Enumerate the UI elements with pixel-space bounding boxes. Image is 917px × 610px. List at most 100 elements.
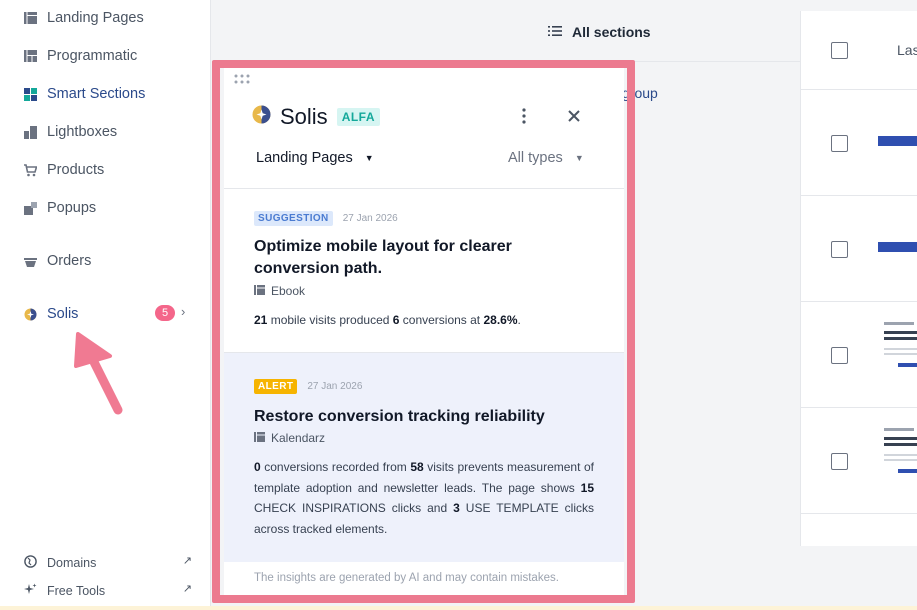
cart-icon: [24, 163, 37, 177]
solis-icon: [24, 308, 37, 321]
smart-sections-icon: [24, 87, 37, 101]
stat-value: 21: [254, 313, 268, 327]
section-thumbnail: [878, 136, 917, 146]
landing-page-icon: [254, 284, 265, 298]
popups-icon: [24, 201, 37, 215]
solis-count-badge: 5: [155, 305, 175, 321]
card-date: 27 Jan 2026: [307, 381, 363, 392]
drag-handle-icon[interactable]: [234, 74, 250, 84]
row-checkbox[interactable]: [831, 241, 848, 258]
solis-logo-icon: [252, 105, 271, 129]
select-all-checkbox[interactable]: [831, 42, 848, 59]
sidebar-item-lightboxes[interactable]: Lightboxes: [24, 120, 194, 144]
close-icon[interactable]: [568, 106, 580, 127]
landing-page-icon: [254, 431, 265, 445]
chevron-right-icon: ›: [181, 304, 186, 319]
sidebar-item-label: Smart Sections: [47, 86, 146, 102]
footer-item-label: Domains: [47, 556, 97, 570]
panel-title: Solis: [280, 104, 328, 129]
card-page-label: Kalendarz: [271, 431, 326, 445]
sidebar-item-orders[interactable]: Orders: [24, 249, 194, 273]
card-meta: ALERT 27 Jan 2026: [254, 379, 362, 394]
sidebar-footer-domains[interactable]: Domains ↗: [24, 553, 192, 573]
section-thumbnail: [878, 428, 917, 488]
topbar: [212, 0, 800, 62]
sidebar-item-label: Landing Pages: [47, 10, 144, 26]
alert-tag: ALERT: [254, 379, 298, 394]
body-text: .: [517, 313, 521, 327]
globe-icon: [24, 555, 37, 571]
sidebar-item-label: Orders: [47, 253, 92, 269]
page-filter-dropdown[interactable]: Landing Pages ▼: [256, 150, 374, 166]
sidebar-item-solis[interactable]: Solis 5 ›: [24, 302, 194, 326]
sidebar-item-programmatic[interactable]: Programmatic: [24, 44, 194, 68]
type-filter-label: All types: [508, 150, 563, 166]
pointer-arrow-icon: [74, 332, 123, 415]
sections-table: Las: [800, 11, 917, 546]
sparkle-icon: [24, 583, 37, 599]
list-icon: [548, 24, 562, 40]
sidebar-item-landing-pages[interactable]: Landing Pages: [24, 6, 194, 30]
sidebar-item-label: Popups: [47, 200, 97, 216]
table-row[interactable]: [801, 408, 917, 514]
caret-down-icon: ▼: [364, 153, 374, 163]
sidebar-item-label: Solis: [47, 306, 79, 322]
stat-value: 28.6%: [483, 313, 518, 327]
alfa-badge: ALFA: [336, 108, 381, 126]
card-body: 0 conversions recorded from 58 visits pr…: [254, 457, 594, 539]
all-sections-label: All sections: [572, 24, 651, 40]
all-sections-button[interactable]: All sections: [548, 24, 651, 40]
row-checkbox[interactable]: [831, 347, 848, 364]
type-filter-dropdown[interactable]: All types ▼: [508, 150, 584, 166]
section-thumbnail: [878, 242, 917, 252]
sidebar-item-smart-sections[interactable]: Smart Sections: [24, 82, 194, 106]
row-checkbox[interactable]: [831, 135, 848, 152]
body-text: mobile visits produced: [267, 313, 393, 327]
body-text: CHECK INSPIRATIONS clicks and: [254, 501, 454, 515]
external-link-icon: ↗: [182, 555, 192, 567]
sidebar: Landing Pages Programmatic Smart Section…: [0, 0, 211, 610]
sidebar-item-label: Lightboxes: [47, 124, 118, 140]
sidebar-footer-free-tools[interactable]: Free Tools ↗: [24, 581, 192, 601]
solis-panel: Solis ALFA Landing Pages ▼ All types ▼ S…: [224, 68, 624, 595]
insight-card[interactable]: SUGGESTION 27 Jan 2026 Optimize mobile l…: [224, 189, 624, 352]
more-options-icon[interactable]: [522, 108, 526, 124]
body-text: conversions recorded from: [260, 460, 411, 474]
sidebar-item-products[interactable]: Products: [24, 158, 194, 182]
stat-value: 15: [580, 480, 594, 495]
card-title: Optimize mobile layout for clearer conve…: [254, 238, 512, 277]
card-page: Ebook: [254, 284, 305, 298]
card-date: 27 Jan 2026: [342, 213, 398, 224]
stat-value: 3: [453, 501, 460, 515]
table-row[interactable]: [801, 302, 917, 408]
footer-item-label: Free Tools: [47, 584, 106, 598]
table-header-row: Las: [801, 11, 917, 90]
section-thumbnail: [878, 322, 917, 382]
ai-disclaimer: The insights are generated by AI and may…: [254, 572, 559, 584]
card-page: Kalendarz: [254, 431, 325, 445]
bottom-strip: [0, 606, 917, 610]
sidebar-item-label: Products: [47, 162, 105, 178]
panel-header: Solis ALFA: [252, 104, 381, 130]
stat-value: 0: [254, 460, 261, 474]
stat-value: 58: [410, 460, 424, 474]
card-page-label: Ebook: [271, 284, 306, 298]
orders-icon: [24, 255, 37, 268]
card-title: Restore conversion tracking reliability: [254, 408, 545, 425]
table-row[interactable]: [801, 196, 917, 302]
sidebar-item-popups[interactable]: Popups: [24, 196, 194, 220]
suggestion-tag: SUGGESTION: [254, 211, 333, 226]
programmatic-icon: [24, 50, 37, 63]
insight-card[interactable]: ALERT 27 Jan 2026 Restore conversion tra…: [224, 352, 624, 562]
table-row[interactable]: [801, 90, 917, 196]
lightboxes-icon: [24, 125, 37, 139]
body-text: conversions at: [399, 313, 484, 327]
card-meta: SUGGESTION 27 Jan 2026: [254, 211, 398, 226]
row-checkbox[interactable]: [831, 453, 848, 470]
sidebar-item-label: Programmatic: [47, 48, 138, 64]
external-link-icon: ↗: [182, 583, 192, 595]
column-header-last: Las: [897, 42, 917, 58]
landing-pages-icon: [24, 12, 37, 25]
page-filter-label: Landing Pages: [256, 150, 353, 166]
card-body: 21 mobile visits produced 6 conversions …: [254, 310, 594, 331]
